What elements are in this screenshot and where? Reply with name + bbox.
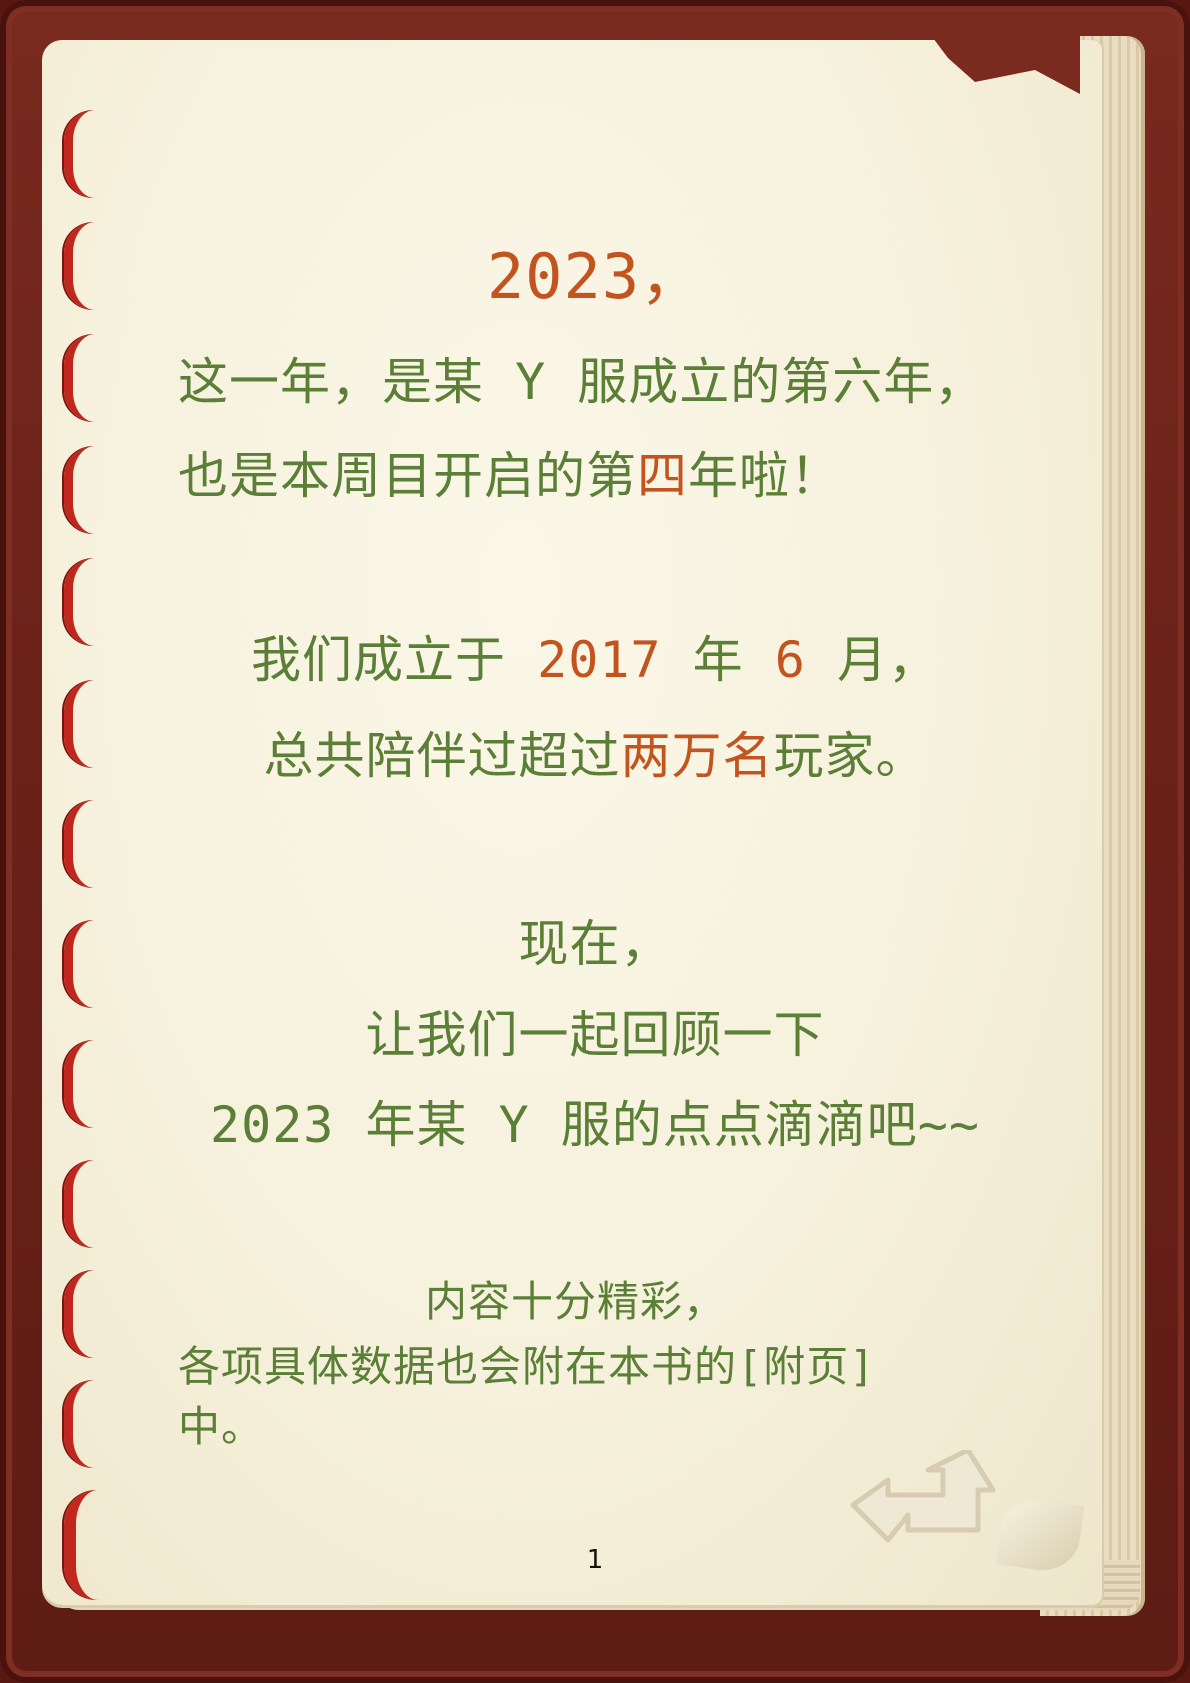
intro-line-2: 也是本周目开启的第四年啦！ xyxy=(178,447,841,505)
review-line-2: 让我们一起回顾一下 xyxy=(365,1006,825,1064)
next-page-arrow-icon[interactable] xyxy=(848,1450,998,1550)
note-line-3: 中。 xyxy=(178,1402,265,1451)
note-line-1: 内容十分精彩， xyxy=(425,1277,727,1326)
page-content: 2023， 这一年，是某 Y 服成立的第六年， 也是本周目开启的第四年啦！ 我们… xyxy=(0,0,1190,1683)
highlight-fourth: 四 xyxy=(637,447,688,505)
page-number: 1 xyxy=(586,1545,604,1575)
intro-line-1: 这一年，是某 Y 服成立的第六年， xyxy=(178,353,986,411)
note-line-2: 各项具体数据也会附在本书的[附页] xyxy=(178,1342,876,1391)
founding-line-2: 总共陪伴过超过两万名玩家。 xyxy=(263,727,927,785)
player-count-highlight: 两万名 xyxy=(620,727,774,785)
founding-line-1: 我们成立于 2017 年 6 月， xyxy=(251,631,939,689)
founding-year: 2017 xyxy=(537,631,662,689)
year-title: 2023， xyxy=(486,240,704,313)
review-line-3: 2023 年某 Y 服的点点滴滴吧~~ xyxy=(209,1096,981,1154)
founding-month: 6 xyxy=(774,631,806,689)
review-line-1: 现在， xyxy=(518,915,672,973)
